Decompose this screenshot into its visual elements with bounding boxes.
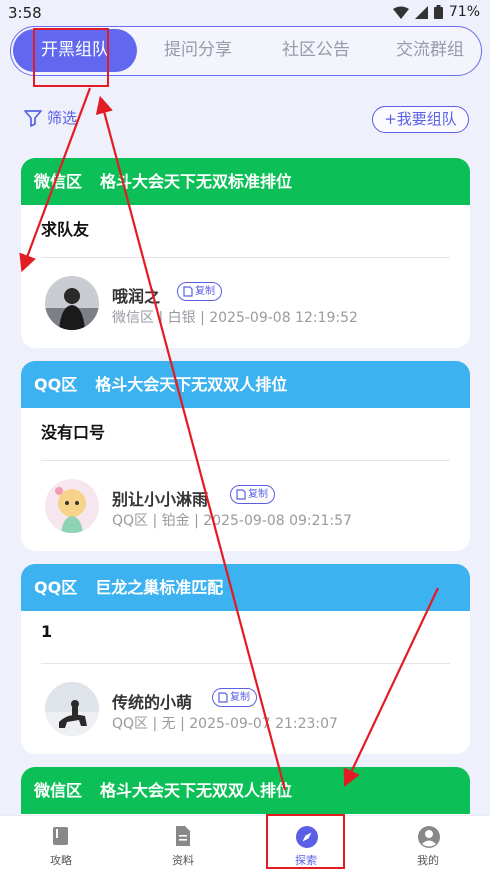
- post-message: 没有口号: [41, 423, 106, 442]
- status-bar: 3:58 71%: [0, 0, 490, 26]
- document-icon: [176, 826, 190, 846]
- mode-title: 格斗大会天下无双标准排位: [100, 172, 293, 191]
- zone-label: 微信区: [34, 172, 83, 191]
- divider: [41, 257, 450, 258]
- mode-title: 巨龙之巢标准匹配: [95, 578, 224, 597]
- tab-questions[interactable]: 提问分享: [143, 27, 253, 74]
- funnel-icon: [24, 109, 42, 127]
- copy-label: 复制: [248, 489, 268, 500]
- nav-label: 我的: [417, 854, 439, 867]
- copy-button[interactable]: 复制: [230, 485, 275, 504]
- avatar[interactable]: [45, 479, 99, 533]
- zone-label: QQ区: [34, 375, 78, 394]
- filter-button[interactable]: 筛选: [23, 107, 77, 128]
- card-header: 微信区 格斗大会天下无双标准排位: [21, 158, 470, 205]
- username: 传统的小萌: [112, 693, 193, 712]
- tab-announcements[interactable]: 社区公告: [261, 27, 371, 74]
- nav-profile[interactable]: 我的: [388, 816, 468, 872]
- post-card[interactable]: 微信区 格斗大会天下无双标准排位 求队友 哦润之 复制 微信区 | 白银 | 20…: [21, 158, 470, 348]
- tab-groups[interactable]: 交流群组: [375, 27, 485, 74]
- compass-icon: [296, 826, 318, 848]
- user-icon: [418, 826, 440, 848]
- nav-label: 探索: [295, 854, 317, 867]
- nav-label: 攻略: [50, 854, 72, 867]
- copy-label: 复制: [195, 286, 215, 297]
- book-icon: [53, 827, 68, 845]
- nav-guides[interactable]: 攻略: [21, 816, 101, 872]
- card-header: 微信区 格斗大会天下无双双人排位: [21, 767, 470, 814]
- avatar[interactable]: [45, 682, 99, 736]
- wifi-icon: [392, 6, 409, 19]
- nav-data[interactable]: 资料: [143, 816, 223, 872]
- card-header: QQ区 格斗大会天下无双双人排位: [21, 361, 470, 408]
- nav-explore[interactable]: 探索: [266, 816, 346, 872]
- tab-team-up[interactable]: 开黑组队: [13, 29, 137, 72]
- create-team-button[interactable]: +我要组队: [372, 106, 469, 133]
- card-header: QQ区 巨龙之巢标准匹配: [21, 564, 470, 611]
- battery-icon: [433, 5, 443, 19]
- divider: [41, 460, 450, 461]
- post-meta: 微信区 | 白银 | 2025-09-08 12:19:52: [112, 310, 358, 326]
- bottom-nav: 攻略 资料 探索 我的: [0, 815, 490, 872]
- post-card[interactable]: QQ区 格斗大会天下无双双人排位 没有口号 别让小小淋雨 复制 QQ区 | 铂金 …: [21, 361, 470, 551]
- post-card[interactable]: QQ区 巨龙之巢标准匹配 1 传统的小萌 复制 QQ区 | 无 | 2025-09…: [21, 564, 470, 754]
- username: 哦润之: [112, 287, 161, 306]
- mode-title: 格斗大会天下无双双人排位: [95, 375, 288, 394]
- filter-label: 筛选: [47, 109, 78, 127]
- post-meta: QQ区 | 无 | 2025-09-07 21:23:07: [112, 716, 338, 732]
- battery-level: 71%: [448, 4, 480, 20]
- copy-button[interactable]: 复制: [212, 688, 257, 707]
- signal-icon: [414, 5, 428, 19]
- avatar[interactable]: [45, 276, 99, 330]
- status-icons: 71%: [392, 4, 480, 20]
- username: 别让小小淋雨: [112, 490, 209, 509]
- copy-icon: [236, 489, 246, 500]
- post-message: 1: [41, 622, 53, 641]
- zone-label: QQ区: [34, 578, 78, 597]
- post-message: 求队友: [41, 220, 90, 239]
- copy-icon: [183, 286, 193, 297]
- mode-title: 格斗大会天下无双双人排位: [100, 781, 293, 800]
- category-tabs: 开黑组队 提问分享 社区公告 交流群组: [10, 26, 482, 76]
- nav-label: 资料: [172, 854, 194, 867]
- divider: [41, 663, 450, 664]
- copy-icon: [218, 692, 228, 703]
- status-time: 3:58: [8, 4, 42, 22]
- copy-button[interactable]: 复制: [177, 282, 222, 301]
- copy-label: 复制: [230, 692, 250, 703]
- zone-label: 微信区: [34, 781, 83, 800]
- post-meta: QQ区 | 铂金 | 2025-09-08 09:21:57: [112, 513, 352, 529]
